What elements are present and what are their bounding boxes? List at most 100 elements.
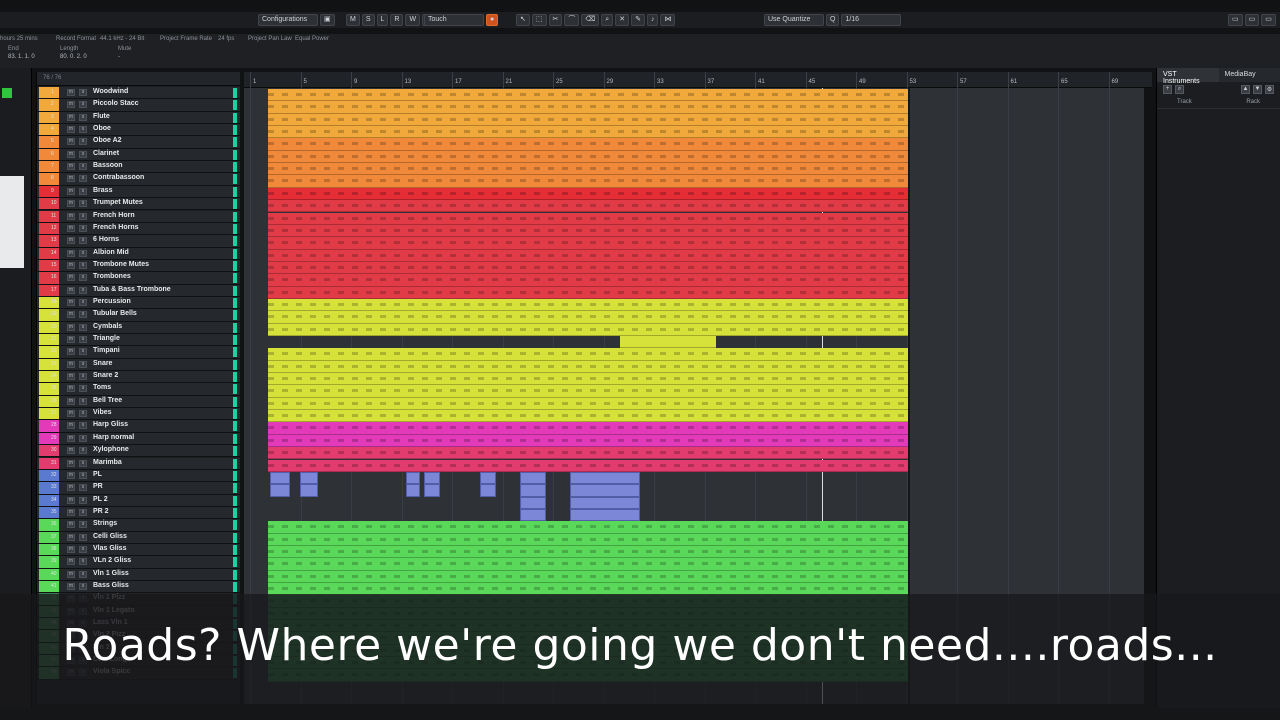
midi-part[interactable] [406, 471, 420, 485]
mute-button[interactable]: m [67, 508, 75, 516]
midi-part[interactable] [268, 385, 908, 398]
mute-button[interactable]: m [67, 163, 75, 171]
midi-part[interactable] [268, 175, 908, 188]
pan-law-label[interactable]: Project Pan Law [248, 36, 292, 42]
midi-part[interactable] [268, 545, 908, 559]
track-row[interactable]: 13 m s 6 Horns [37, 235, 240, 248]
track-row[interactable]: 10 m s Trumpet Mutes [37, 198, 240, 211]
mode-button-r[interactable]: R [390, 14, 404, 26]
mute-button[interactable]: m [67, 360, 75, 368]
solo-button[interactable]: s [79, 298, 87, 306]
track-name[interactable]: Tubular Bells [93, 310, 137, 317]
solo-button[interactable]: s [79, 286, 87, 294]
move-up-icon[interactable]: ▲ [1241, 84, 1250, 94]
track-name[interactable]: PR 2 [93, 508, 109, 515]
track-row[interactable]: 31 m s Marimba [37, 457, 240, 470]
mute-button[interactable]: m [67, 533, 75, 541]
mute-button[interactable]: m [67, 583, 75, 590]
mute-button[interactable]: m [67, 410, 75, 418]
midi-part[interactable] [268, 459, 908, 472]
track-name[interactable]: Marimba [93, 459, 122, 466]
mute-button[interactable]: m [67, 89, 75, 96]
solo-button[interactable]: s [79, 113, 87, 121]
mode-button-s[interactable]: S [361, 14, 375, 26]
solo-button[interactable]: s [79, 570, 87, 578]
midi-part[interactable] [480, 471, 496, 485]
solo-button[interactable]: s [79, 274, 87, 282]
mute-button[interactable]: m [67, 323, 75, 331]
mute-button[interactable]: m [67, 224, 75, 232]
mute-button[interactable]: m [67, 261, 75, 269]
track-row[interactable]: 41 m s Bass Gliss [37, 581, 240, 594]
layout-right-icon[interactable]: ▭ [1261, 14, 1276, 26]
solo-button[interactable]: s [79, 212, 87, 220]
mute-button[interactable]: m [67, 101, 75, 109]
mute-button[interactable]: m [67, 422, 75, 430]
solo-button[interactable]: s [79, 175, 87, 183]
track-row[interactable]: 35 m s PR 2 [37, 506, 240, 520]
track-color-bar[interactable] [39, 161, 59, 173]
solo-button[interactable]: s [79, 410, 87, 418]
mute-button[interactable]: m [67, 126, 75, 134]
pan-law-value[interactable]: Equal Power [295, 36, 329, 42]
midi-part[interactable] [268, 237, 908, 250]
track-row[interactable]: 6 m s Clarinet [37, 148, 240, 162]
snap-icon[interactable]: ⋈ [660, 14, 676, 26]
solo-button[interactable]: s [79, 249, 87, 257]
solo-button[interactable]: s [79, 373, 87, 381]
search-icon[interactable]: ⌕ [1175, 84, 1184, 94]
track-name[interactable]: Trombone Mutes [93, 261, 149, 268]
track-name[interactable]: Triangle [93, 335, 120, 342]
track-row[interactable]: 26 m s Bell Tree [37, 395, 240, 409]
midi-part[interactable] [268, 200, 908, 213]
track-row[interactable]: 30 m s Xylophone [37, 445, 240, 458]
midi-part[interactable] [268, 101, 908, 114]
mode-button-w[interactable]: W [405, 14, 421, 26]
mute-button[interactable]: m [67, 113, 75, 121]
midi-part[interactable] [268, 286, 908, 299]
layout-left-icon[interactable]: ▭ [1228, 14, 1243, 26]
mute-button[interactable]: m [67, 298, 75, 306]
track-row[interactable]: 17 m s Tuba & Bass Trombone [37, 284, 240, 297]
mute-button[interactable]: m [67, 237, 75, 245]
erase-tool-icon[interactable]: ⌫ [581, 14, 600, 26]
inspector-section[interactable] [0, 176, 24, 268]
mute-button[interactable]: m [67, 459, 75, 467]
track-name[interactable]: Bass Gliss [93, 582, 129, 589]
midi-part[interactable] [268, 249, 908, 262]
solo-button[interactable]: s [79, 138, 87, 146]
track-row[interactable]: 14 m s Albion Mid [37, 247, 240, 260]
track-name[interactable]: PR [93, 483, 103, 490]
track-row[interactable]: 29 m s Harp normal [37, 432, 240, 446]
midi-part[interactable] [268, 521, 908, 534]
solo-button[interactable]: s [79, 311, 87, 319]
track-row[interactable]: 11 m s French Horn [37, 210, 240, 223]
track-row[interactable]: 33 m s PR [37, 482, 240, 495]
track-name[interactable]: Strings [93, 520, 117, 527]
mute-button[interactable]: m [67, 447, 75, 455]
midi-part[interactable] [268, 422, 908, 435]
midi-part[interactable] [268, 126, 908, 139]
play-tool-icon[interactable]: ♪ [646, 14, 659, 26]
solo-button[interactable]: s [79, 336, 87, 343]
mute-button[interactable]: m [67, 545, 75, 553]
midi-part[interactable] [268, 187, 908, 201]
midi-part[interactable] [268, 397, 908, 411]
zoom-tool-icon[interactable]: ⌕ [601, 14, 614, 26]
mute-button[interactable]: m [67, 212, 75, 220]
track-name[interactable]: Brass [93, 187, 112, 194]
track-name[interactable]: Tuba & Bass Trombone [93, 286, 171, 293]
track-row[interactable]: 19 m s Tubular Bells [37, 309, 240, 322]
midi-part[interactable] [480, 484, 496, 497]
track-name[interactable]: Vln 1 Gliss [93, 570, 129, 577]
frame-rate-value[interactable]: 24 fps [218, 36, 234, 42]
track-name[interactable]: Toms [93, 384, 111, 391]
mute-button[interactable]: m [67, 385, 75, 393]
midi-part[interactable] [570, 484, 640, 497]
midi-part[interactable] [520, 496, 546, 509]
track-color-bar[interactable] [39, 185, 59, 198]
track-color-bar[interactable] [39, 136, 59, 148]
track-name[interactable]: Percussion [93, 298, 131, 305]
midi-part[interactable] [300, 471, 318, 485]
track-name[interactable]: Xylophone [93, 446, 129, 453]
